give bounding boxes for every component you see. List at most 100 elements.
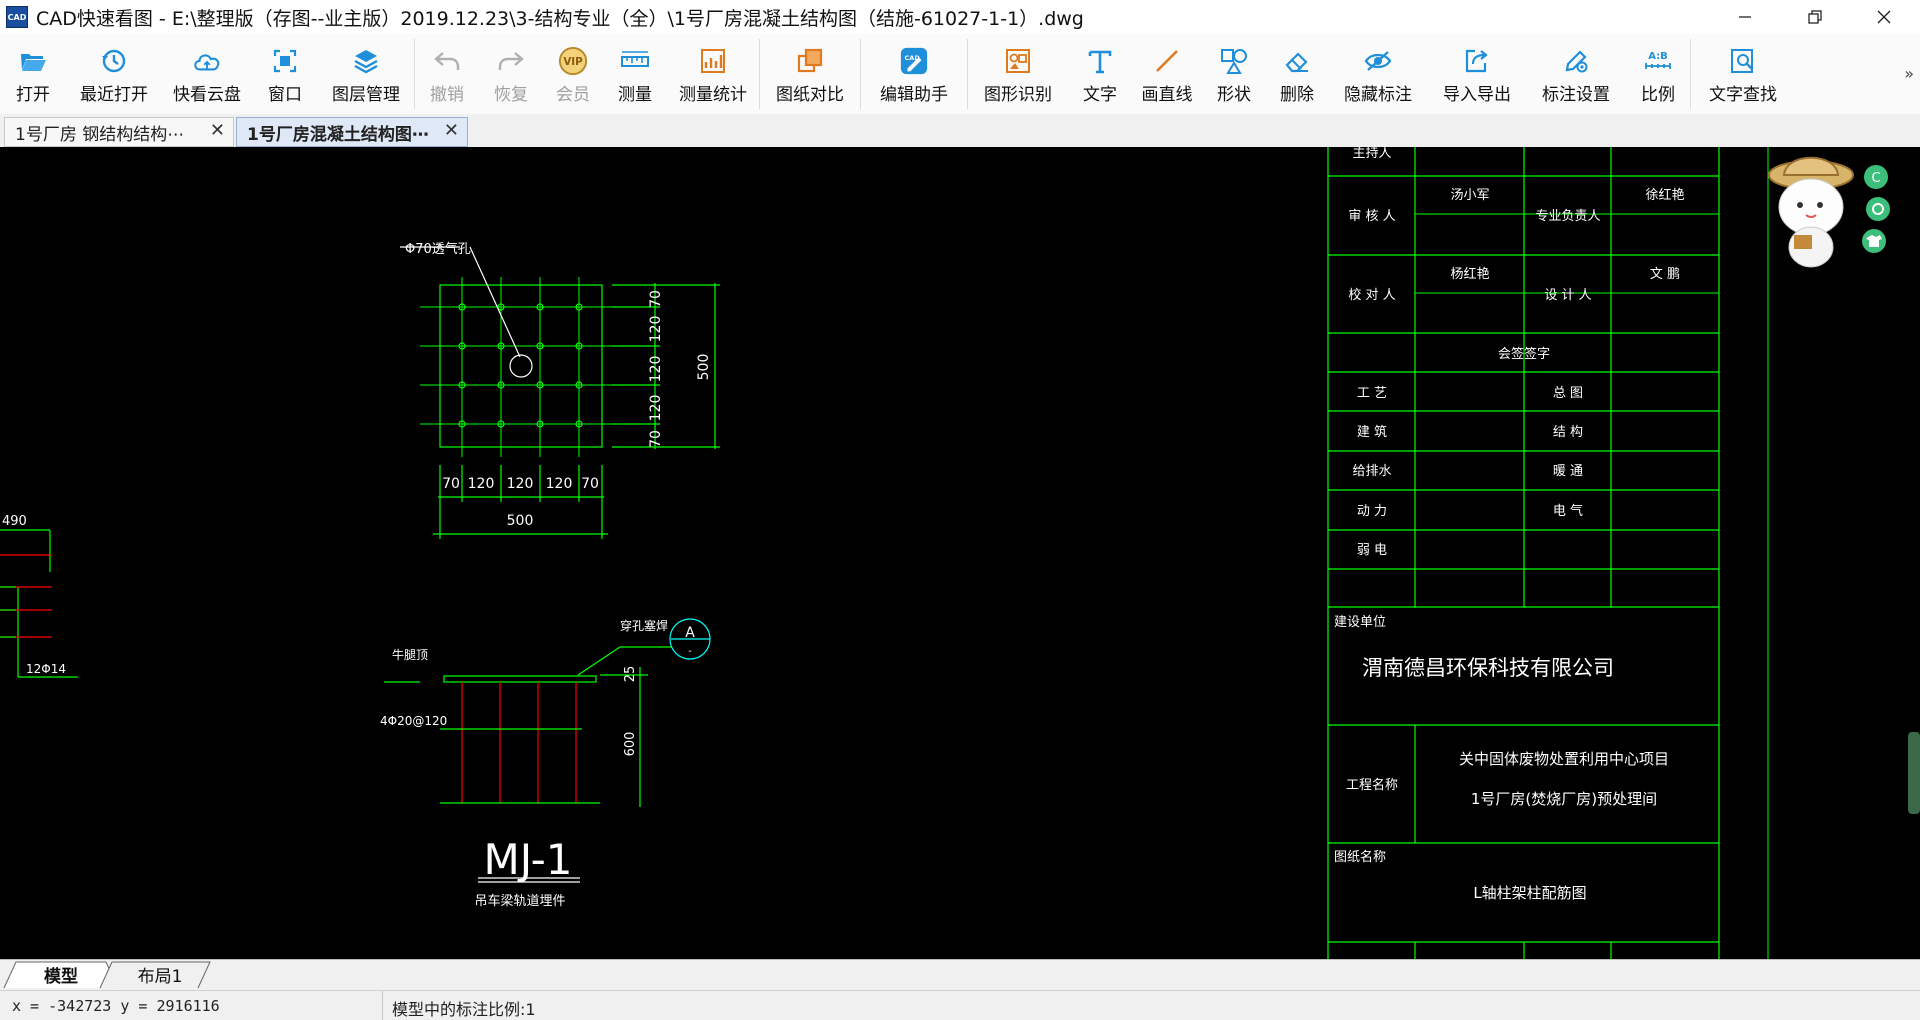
- ratio-button[interactable]: A:B 比例: [1626, 34, 1690, 114]
- import-export-label: 导入导出: [1443, 85, 1511, 105]
- doc-tab-concrete[interactable]: 1号厂房混凝土结构图⋯ ✕: [236, 117, 468, 147]
- shape-button[interactable]: 形状: [1202, 34, 1266, 114]
- annotation-settings-button[interactable]: 标注设置: [1526, 34, 1626, 114]
- left-rebar-label: 12Φ14: [26, 662, 66, 676]
- measure-stats-button[interactable]: 测量统计: [667, 34, 759, 114]
- status-divider: [382, 991, 383, 1020]
- eraser-icon: [1282, 46, 1312, 76]
- layers-button[interactable]: 图层管理: [318, 34, 414, 114]
- tb-discipline-4: 结 构: [1553, 425, 1583, 440]
- dim-right-2: 120: [648, 316, 664, 343]
- open-label: 打开: [16, 85, 50, 105]
- embed-rebar-label: 4Φ20@120: [380, 714, 447, 728]
- left-partial-detail: [0, 529, 78, 678]
- tb-drawing-label: 图纸名称: [1334, 849, 1386, 865]
- measure-label: 测量: [618, 85, 652, 105]
- pen-gear-icon: [1561, 46, 1591, 76]
- edit-assistant-label: 编辑助手: [880, 85, 948, 105]
- title-block-frame: [1327, 147, 1769, 959]
- annotation-scale-status[interactable]: 模型中的标注比例:1: [392, 996, 536, 1020]
- tb-discipline-7: 动 力: [1357, 504, 1387, 519]
- import-export-button[interactable]: 导入导出: [1428, 34, 1526, 114]
- dim-right-total: 500: [696, 354, 712, 381]
- document-tab-bar: 1号厂房 钢结构结构⋯ ✕ 1号厂房混凝土结构图⋯ ✕: [0, 114, 1920, 147]
- dim-bottom-total: 500: [507, 513, 534, 529]
- annotation-settings-label: 标注设置: [1542, 85, 1610, 105]
- dim-bottom-4: 120: [546, 476, 573, 492]
- embed-anchors: [461, 682, 577, 803]
- vent-hole-leader: [469, 246, 521, 358]
- tb-project-label: 工程名称: [1346, 777, 1398, 793]
- ratio-label: 比例: [1641, 85, 1675, 105]
- shape-recognition-label: 图形识别: [984, 85, 1052, 105]
- cloud-button[interactable]: 快看云盘: [162, 34, 252, 114]
- find-text-button[interactable]: 文字查找: [1691, 34, 1795, 114]
- status-bar: x = -342723 y = 2916116 模型中的标注比例:1: [0, 990, 1920, 1020]
- undo-icon: [432, 46, 462, 76]
- folder-open-icon: [18, 46, 48, 76]
- redo-icon: [496, 46, 526, 76]
- assistant-mascot[interactable]: C: [1756, 147, 1906, 277]
- minimize-button[interactable]: [1717, 0, 1773, 34]
- recent-label: 最近打开: [80, 85, 148, 105]
- dim-right-1: 70: [648, 290, 664, 308]
- left-dim-label: 490: [2, 514, 27, 529]
- dim-bottom-3: 120: [507, 476, 534, 492]
- layers-icon: [351, 46, 381, 76]
- tb-project-line2: 1号厂房(焚烧厂房)预处理间: [1471, 790, 1657, 808]
- layout-tab-bar: 模型 布局1: [0, 959, 1920, 989]
- layers-label: 图层管理: [332, 85, 400, 105]
- close-tab-icon[interactable]: ✕: [444, 120, 459, 141]
- doc-tab-steel[interactable]: 1号厂房 钢结构结构⋯ ✕: [4, 117, 234, 147]
- recent-button[interactable]: 最近打开: [66, 34, 162, 114]
- section-marker-sub: -: [688, 646, 692, 657]
- drawing-canvas[interactable]: Φ70透气孔 70 120 120 120 70 500 70 120 120 …: [0, 147, 1920, 959]
- export-icon: [1462, 46, 1492, 76]
- clock-icon: [99, 46, 129, 76]
- vip-button[interactable]: VIP 会员: [543, 34, 603, 114]
- plate-grid-lines: [420, 277, 612, 457]
- tb-host: 主持人: [1352, 147, 1391, 161]
- toolbar-more-button[interactable]: »: [1904, 64, 1914, 83]
- dim-right-5: 70: [648, 430, 664, 448]
- redo-button[interactable]: 恢复: [479, 34, 543, 114]
- tb-discipline-1: 工 艺: [1357, 386, 1387, 401]
- app-window: CAD CAD快速看图 - E:\整理版（存图--业主版）2019.12.23\…: [0, 0, 1920, 1020]
- svg-text:VIP: VIP: [563, 56, 583, 68]
- window-title: CAD快速看图 - E:\整理版（存图--业主版）2019.12.23\3-结构…: [36, 7, 1084, 30]
- draw-line-button[interactable]: 画直线: [1132, 34, 1202, 114]
- hide-annotation-button[interactable]: 隐藏标注: [1328, 34, 1428, 114]
- find-text-icon: [1728, 46, 1758, 76]
- cursor-coordinates: x = -342723 y = 2916116: [12, 997, 220, 1015]
- undo-label: 撤销: [430, 85, 464, 105]
- delete-button[interactable]: 删除: [1266, 34, 1328, 114]
- redo-label: 恢复: [494, 85, 528, 105]
- tb-discipline-9: 弱 电: [1357, 543, 1387, 558]
- restore-button[interactable]: [1787, 0, 1843, 34]
- draw-line-label: 画直线: [1141, 85, 1193, 105]
- tb-specialist: 专业负责人: [1535, 209, 1600, 224]
- undo-button[interactable]: 撤销: [415, 34, 479, 114]
- eye-hidden-icon: [1363, 46, 1393, 76]
- app-logo-icon: CAD: [6, 6, 28, 28]
- layout-tab-model[interactable]: 模型: [16, 960, 106, 988]
- measure-button[interactable]: 测量: [603, 34, 667, 114]
- tb-reviewer-name: 汤小军: [1450, 188, 1489, 203]
- tb-designer: 设 计 人: [1544, 288, 1591, 303]
- shape-recognition-button[interactable]: 图形识别: [968, 34, 1068, 114]
- edit-assistant-button[interactable]: CAD 编辑助手: [861, 34, 967, 114]
- tb-client-name: 渭南德昌环保科技有限公司: [1362, 656, 1614, 680]
- close-tab-icon[interactable]: ✕: [210, 120, 225, 141]
- close-button[interactable]: [1856, 0, 1912, 34]
- compare-label: 图纸对比: [776, 85, 844, 105]
- text-button[interactable]: 文字: [1068, 34, 1132, 114]
- compare-button[interactable]: 图纸对比: [760, 34, 860, 114]
- chart-icon: [698, 46, 728, 76]
- vip-icon: VIP: [558, 46, 588, 76]
- tb-discipline-5: 给排水: [1352, 464, 1391, 479]
- open-button[interactable]: 打开: [0, 34, 66, 114]
- window-button[interactable]: 窗口: [252, 34, 318, 114]
- hide-annotation-label: 隐藏标注: [1344, 85, 1412, 105]
- cad-drawing: Φ70透气孔 70 120 120 120 70 500 70 120 120 …: [0, 147, 1920, 959]
- layout-tab-layout1[interactable]: 布局1: [112, 960, 208, 988]
